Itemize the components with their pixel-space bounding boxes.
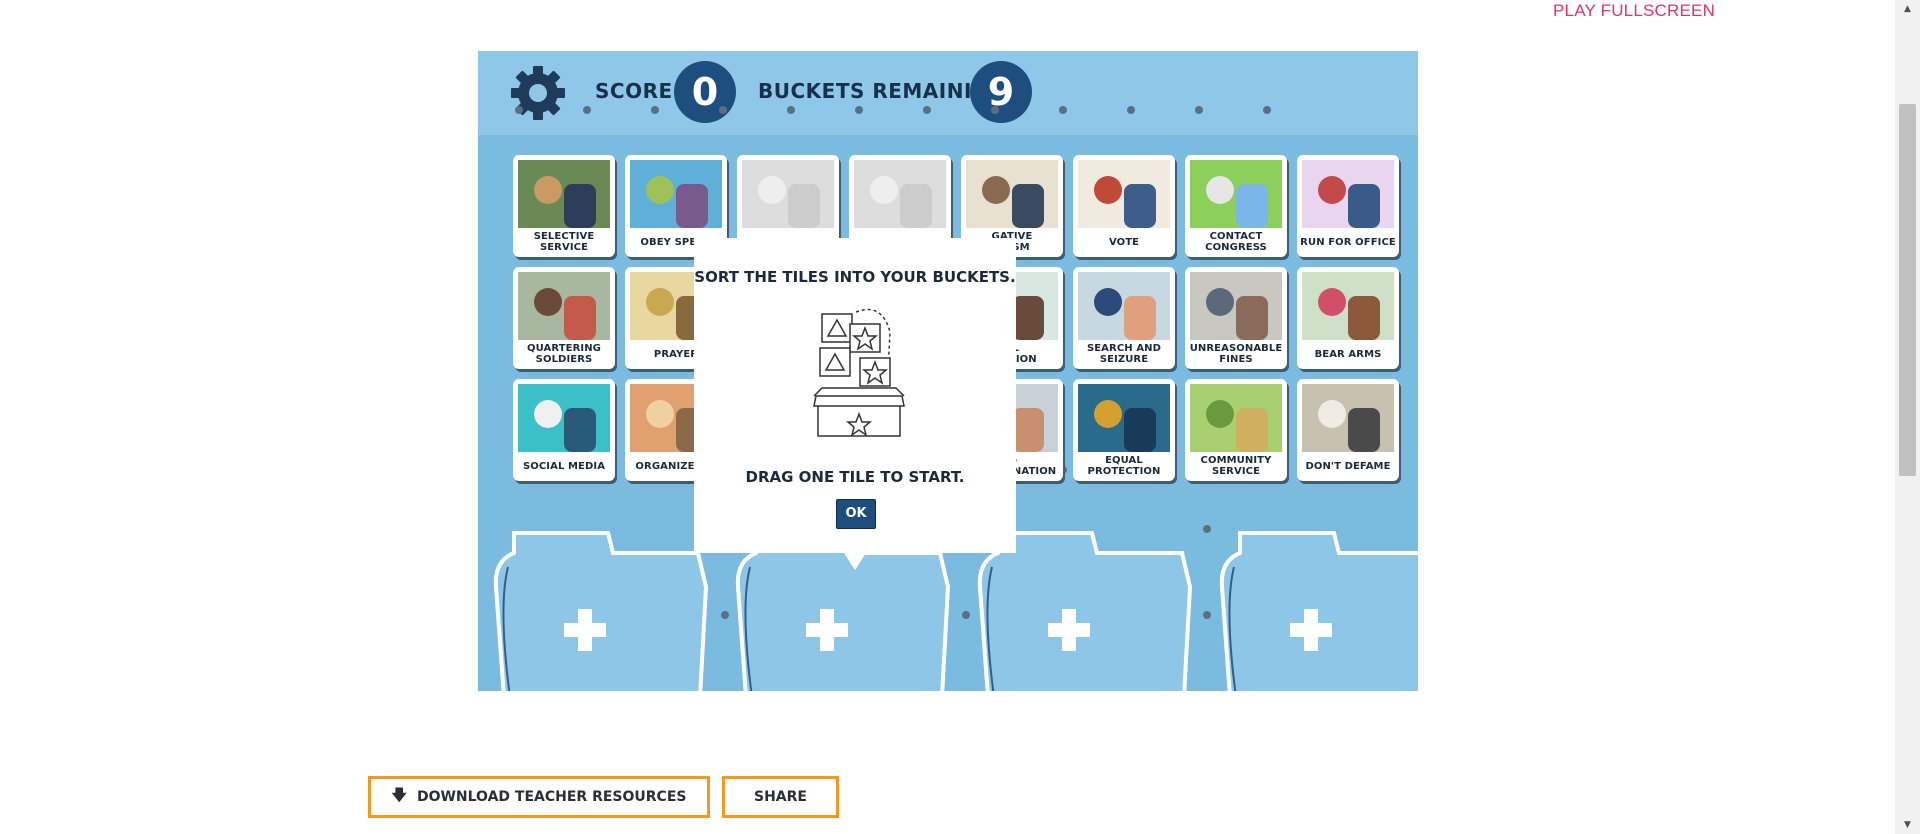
tile-label: QUARTERING SOLDIERS bbox=[527, 343, 601, 365]
tile-label: SOCIAL MEDIA bbox=[522, 460, 606, 472]
capitol-icon bbox=[1190, 160, 1282, 228]
tile-label: CONTACT CONGRESS bbox=[1205, 231, 1267, 253]
soldiers-icon bbox=[518, 272, 610, 340]
peg-dot bbox=[1059, 106, 1067, 114]
download-teacher-resources-button[interactable]: 🡇 DOWNLOAD TEACHER RESOURCES bbox=[368, 776, 710, 818]
civic-tile[interactable]: CONTACT CONGRESS bbox=[1185, 155, 1287, 257]
tile-label: EQUAL PROTECTION bbox=[1087, 455, 1161, 477]
tile-label: DON'T DEFAME bbox=[1305, 460, 1391, 472]
tile-label: SEARCH AND SEIZURE bbox=[1086, 343, 1162, 365]
vote-icon bbox=[1078, 160, 1170, 228]
score-label: SCORE: bbox=[595, 79, 682, 103]
scroll-up-icon[interactable]: ▲ bbox=[1895, 0, 1920, 18]
peg-dot bbox=[787, 106, 795, 114]
police-search-icon bbox=[1078, 272, 1170, 340]
civic-tile[interactable]: QUARTERING SOLDIERS bbox=[513, 267, 615, 369]
bucket-4[interactable] bbox=[1212, 527, 1418, 691]
hidden-tile bbox=[742, 160, 834, 228]
tile-label: BEAR ARMS bbox=[1314, 348, 1382, 360]
game-frame: SCORE: 0 BUCKETS REMAINING: 9 SELECTIVE … bbox=[478, 51, 1418, 691]
play-fullscreen-link[interactable]: PLAY FULLSCREEN bbox=[1553, 1, 1715, 21]
hidden-tile bbox=[854, 160, 946, 228]
newspaper-icon bbox=[1302, 384, 1394, 452]
fines-icon bbox=[1190, 272, 1282, 340]
score-value: 0 bbox=[674, 61, 736, 123]
civic-tile[interactable]: UNREASONABLE FINES bbox=[1185, 267, 1287, 369]
tile-label: COMMUNITY SERVICE bbox=[1200, 455, 1272, 477]
peg-dot bbox=[583, 106, 591, 114]
justice-statue-icon bbox=[1078, 384, 1170, 452]
scroll-down-icon[interactable]: ▼ bbox=[1895, 816, 1920, 834]
peg-dot bbox=[855, 106, 863, 114]
buckets-remaining-value: 9 bbox=[970, 61, 1032, 123]
bucket-1[interactable] bbox=[486, 527, 726, 691]
game-board: SELECTIVE SERVICEOBEY SPEEDGATIVE ALISMV… bbox=[478, 106, 1418, 691]
speed-limit-icon bbox=[630, 160, 722, 228]
scrollbar-thumb[interactable] bbox=[1899, 104, 1916, 476]
civic-tile[interactable]: BEAR ARMS bbox=[1297, 267, 1399, 369]
peg-dot bbox=[515, 106, 523, 114]
social-media-icon bbox=[518, 384, 610, 452]
peg-dot bbox=[923, 106, 931, 114]
people-icon bbox=[1302, 272, 1394, 340]
investigative-journalism-icon bbox=[966, 160, 1058, 228]
peg-dot bbox=[1263, 106, 1271, 114]
podium-icon bbox=[1302, 160, 1394, 228]
civic-tile[interactable]: SOCIAL MEDIA bbox=[513, 379, 615, 481]
popup-instruction: DRAG ONE TILE TO START. bbox=[745, 468, 965, 486]
popup-title: SORT THE TILES INTO YOUR BUCKETS. bbox=[694, 268, 1016, 286]
tile-label: VOTE bbox=[1108, 236, 1140, 248]
share-button[interactable]: SHARE bbox=[722, 776, 839, 818]
civic-tile[interactable]: SELECTIVE SERVICE bbox=[513, 155, 615, 257]
civic-tile[interactable]: SEARCH AND SEIZURE bbox=[1073, 267, 1175, 369]
civic-tile[interactable]: COMMUNITY SERVICE bbox=[1185, 379, 1287, 481]
tile-label: RUN FOR OFFICE bbox=[1300, 236, 1396, 248]
selective-service-icon bbox=[518, 160, 610, 228]
ok-button[interactable]: OK bbox=[836, 499, 876, 529]
share-label: SHARE bbox=[754, 789, 807, 805]
civic-tile[interactable]: DON'T DEFAME bbox=[1297, 379, 1399, 481]
page-scrollbar[interactable]: ▲ ▼ bbox=[1895, 0, 1920, 834]
peg-dot bbox=[991, 106, 999, 114]
tile-label: SELECTIVE SERVICE bbox=[533, 231, 595, 253]
instruction-popup: SORT THE TILES INTO YOUR BUCKETS. DRAG O… bbox=[694, 238, 1016, 576]
peg-dot bbox=[1195, 106, 1203, 114]
download-arrow-icon: 🡇 bbox=[391, 785, 407, 804]
civic-tile[interactable]: VOTE bbox=[1073, 155, 1175, 257]
game-header: SCORE: 0 BUCKETS REMAINING: 9 bbox=[478, 51, 1418, 135]
civic-tile[interactable]: EQUAL PROTECTION bbox=[1073, 379, 1175, 481]
park-icon bbox=[1190, 384, 1282, 452]
gear-icon[interactable] bbox=[508, 63, 568, 123]
peg-dot bbox=[719, 106, 727, 114]
peg-dot bbox=[651, 106, 659, 114]
peg-dot bbox=[1127, 106, 1135, 114]
civic-tile[interactable]: RUN FOR OFFICE bbox=[1297, 155, 1399, 257]
sort-tiles-illustration-icon bbox=[813, 308, 905, 437]
tile-label: UNREASONABLE FINES bbox=[1189, 343, 1283, 365]
download-label: DOWNLOAD TEACHER RESOURCES bbox=[416, 789, 687, 805]
